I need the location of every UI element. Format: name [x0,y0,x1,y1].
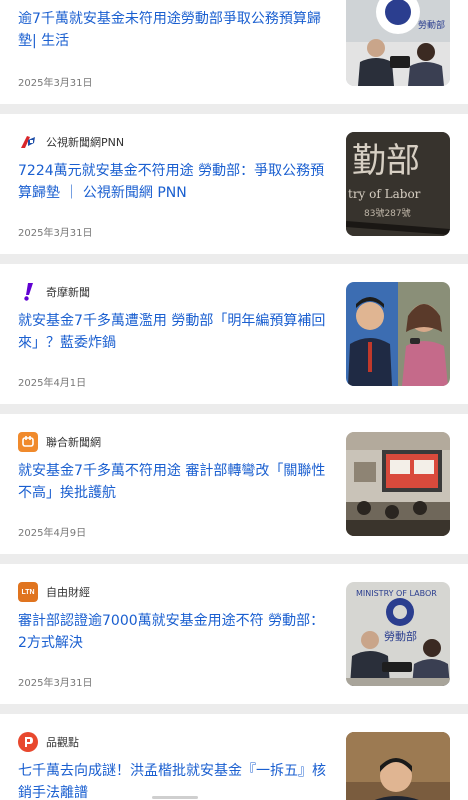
thumbnail[interactable]: MINISTRY OF LABOR 勞動部 [346,582,450,686]
source-row: 品觀點 [18,732,79,752]
thumbnail[interactable] [346,282,450,386]
source-row: 公視新聞網PNN [18,132,124,152]
news-card[interactable]: 聯合新聞網 就安基金7千多萬不符用途 審計部轉彎改「關聯性不高」挨批護航 202… [0,414,468,554]
source-name: 公視新聞網PNN [46,136,125,149]
thumbnail[interactable] [346,432,450,536]
news-card[interactable]: 品觀點 七千萬去向成謎！洪孟楷批就安基金『一拆五』核銷手法離譜 [0,714,468,800]
news-card[interactable]: LTN 自由財經 審計部認證逾7000萬就安基金用途不符 勞動部：2方式解決 2… [0,564,468,704]
headline[interactable]: 逾7千萬就安基金未符用途勞動部爭取公務預算歸墊| 生活 [18,8,330,52]
news-card[interactable]: 逾7千萬就安基金未符用途勞動部爭取公務預算歸墊| 生活 2025年3月31日 勞… [0,0,468,104]
ltn-logo-icon: LTN [18,582,38,602]
source-name: 奇摩新聞 [46,286,90,299]
headline[interactable]: 就安基金7千多萬遭濫用 勞動部「明年編預算補回來」？藍委炸鍋 [18,310,330,354]
yahoo-logo-icon [18,282,38,302]
svg-text:勞動部: 勞動部 [418,19,445,31]
pnn-logo-icon [18,132,38,152]
sign-text: try of Labor [348,187,421,201]
source-name: 品觀點 [46,736,79,749]
headline[interactable]: 審計部認證逾7000萬就安基金用途不符 勞動部：2方式解決 [18,610,330,654]
publish-date: 2025年3月31日 [18,78,93,89]
thumbnail[interactable] [346,732,450,800]
news-card[interactable]: 奇摩新聞 就安基金7千多萬遭濫用 勞動部「明年編預算補回來」？藍委炸鍋 2025… [0,264,468,404]
publish-date: 2025年3月31日 [18,678,93,689]
news-feed: 逾7千萬就安基金未符用途勞動部爭取公務預算歸墊| 生活 2025年3月31日 勞… [0,0,468,800]
ltn-logo-text: LTN [21,588,35,596]
banner-text: MINISTRY OF LABOR [356,589,437,598]
source-row: LTN 自由財經 [18,582,90,602]
udn-logo-icon [18,432,38,452]
headline[interactable]: 七千萬去向成謎！洪孟楷批就安基金『一拆五』核銷手法離譜 [18,760,330,800]
publish-date: 2025年4月9日 [18,528,87,539]
publish-date: 2025年4月1日 [18,378,87,389]
source-name: 自由財經 [46,586,90,599]
home-indicator [152,796,198,799]
headline[interactable]: 就安基金7千多萬不符用途 審計部轉彎改「關聯性不高」挨批護航 [18,460,330,504]
pinview-logo-icon [18,732,38,752]
sign-number: 83號287號 [364,207,411,219]
ministry-text: 勞動部 [384,629,417,643]
thumbnail[interactable]: 勞動部 [346,0,450,86]
news-card[interactable]: 公視新聞網PNN 7224萬元就安基金不符用途 勞動部：爭取公務預算歸墊 ｜ 公… [0,114,468,254]
source-name: 聯合新聞網 [46,436,101,449]
svg-text:勤部: 勤部 [352,141,420,181]
headline[interactable]: 7224萬元就安基金不符用途 勞動部：爭取公務預算歸墊 ｜ 公視新聞網 PNN [18,160,330,204]
source-row: 奇摩新聞 [18,282,90,302]
publish-date: 2025年3月31日 [18,228,93,239]
source-row: 聯合新聞網 [18,432,101,452]
thumbnail[interactable]: 勤部 try of Labor 83號287號 [346,132,450,236]
